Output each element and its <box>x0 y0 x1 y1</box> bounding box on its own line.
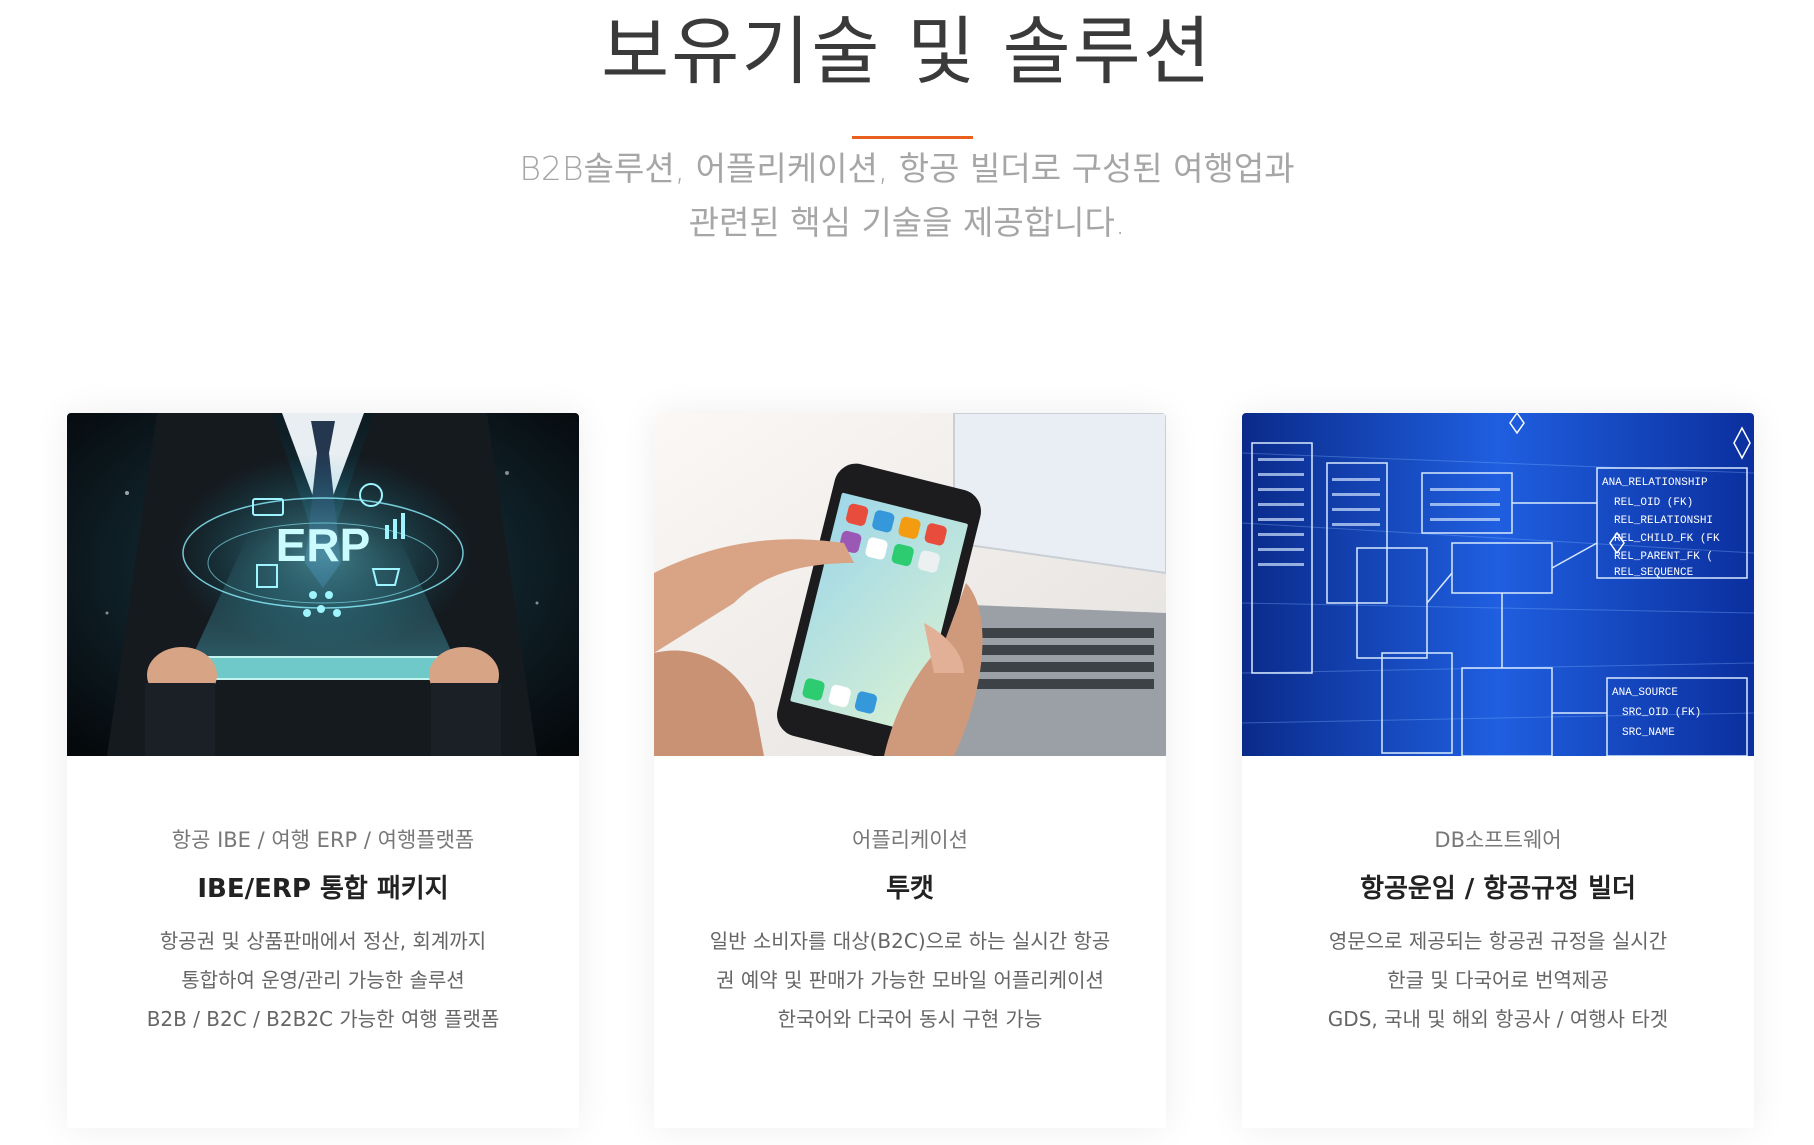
solution-card-ibe-erp[interactable]: ERP 항공 IBE / 여행 ERP / 여행플랫폼 IBE/ERP 통합 패… <box>67 413 579 1128</box>
card-heading[interactable]: 항공운임 / 항공규정 빌더 <box>1242 869 1754 909</box>
card-description: 일반 소비자를 대상(B2C)으로 하는 실시간 항공 권 예약 및 판매가 가… <box>674 922 1146 1039</box>
card-category: 어플리케이션 <box>852 828 968 852</box>
card-category: 항공 IBE / 여행 ERP / 여행플랫폼 <box>171 828 475 852</box>
db-label: ANA_RELATIONSHIP <box>1602 477 1708 489</box>
card-desc-line: 권 예약 및 판매가 가능한 모바일 어플리케이션 <box>716 968 1104 992</box>
card-description: 영문으로 제공되는 항공권 규정을 실시간 한글 및 다국어로 번역제공 GDS… <box>1262 922 1734 1039</box>
smartphone-in-hands-image <box>654 413 1166 756</box>
card-desc-line: 항공권 및 상품판매에서 정산, 회계까지 <box>159 929 487 953</box>
card-desc-line: 한글 및 다국어로 번역제공 <box>1387 968 1609 992</box>
title-accent-bar <box>852 136 973 139</box>
card-category: DB소프트웨어 <box>1434 828 1562 852</box>
db-label: ANA_SOURCE <box>1612 687 1678 699</box>
db-label: REL_OID (FK) <box>1614 497 1693 509</box>
card-desc-line: 일반 소비자를 대상(B2C)으로 하는 실시간 항공 <box>709 929 1111 953</box>
card-desc-line: GDS, 국내 및 해외 항공사 / 여행사 타겟 <box>1327 1007 1669 1031</box>
section-subtitle: B2B솔루션, 어플리케이션, 항공 빌더로 구성된 여행업과 관련된 핵심 기… <box>0 142 1814 250</box>
db-label: REL_PARENT_FK ( <box>1614 551 1713 563</box>
database-schema-diagram-image: ANA_RELATIONSHIP REL_OID (FK) REL_RELATI… <box>1242 413 1754 756</box>
card-desc-line: B2B / B2C / B2B2C 가능한 여행 플랫폼 <box>146 1007 500 1031</box>
solution-card-tocat-app[interactable]: 어플리케이션 투캣 일반 소비자를 대상(B2C)으로 하는 실시간 항공 권 … <box>654 413 1166 1128</box>
db-label: REL_RELATIONSHI <box>1614 515 1713 527</box>
db-label: REL_SEQUENCE <box>1614 567 1694 579</box>
card-heading[interactable]: 투캣 <box>654 869 1166 909</box>
card-description: 항공권 및 상품판매에서 정산, 회계까지 통합하여 운영/관리 가능한 솔루션… <box>87 922 559 1039</box>
subtitle-line: B2B솔루션, 어플리케이션, 항공 빌더로 구성된 여행업과 <box>519 149 1295 188</box>
card-desc-line: 한국어와 다국어 동시 구현 가능 <box>777 1007 1043 1031</box>
card-desc-line: 영문으로 제공되는 항공권 규정을 실시간 <box>1328 929 1668 953</box>
erp-hologram-text: ERP <box>276 519 371 571</box>
erp-hologram-tablet-image: ERP <box>67 413 579 756</box>
solution-card-fare-builder[interactable]: ANA_RELATIONSHIP REL_OID (FK) REL_RELATI… <box>1242 413 1754 1128</box>
db-label: REL_CHILD_FK (FK <box>1614 533 1720 545</box>
subtitle-line: 관련된 핵심 기술을 제공합니다. <box>688 203 1126 242</box>
card-heading[interactable]: IBE/ERP 통합 패키지 <box>67 869 579 909</box>
db-label: SRC_OID (FK) <box>1622 707 1701 719</box>
card-desc-line: 통합하여 운영/관리 가능한 솔루션 <box>181 968 465 992</box>
db-label: SRC_NAME <box>1622 727 1675 739</box>
section-title: 보유기술 및 솔루션 <box>601 9 1213 95</box>
